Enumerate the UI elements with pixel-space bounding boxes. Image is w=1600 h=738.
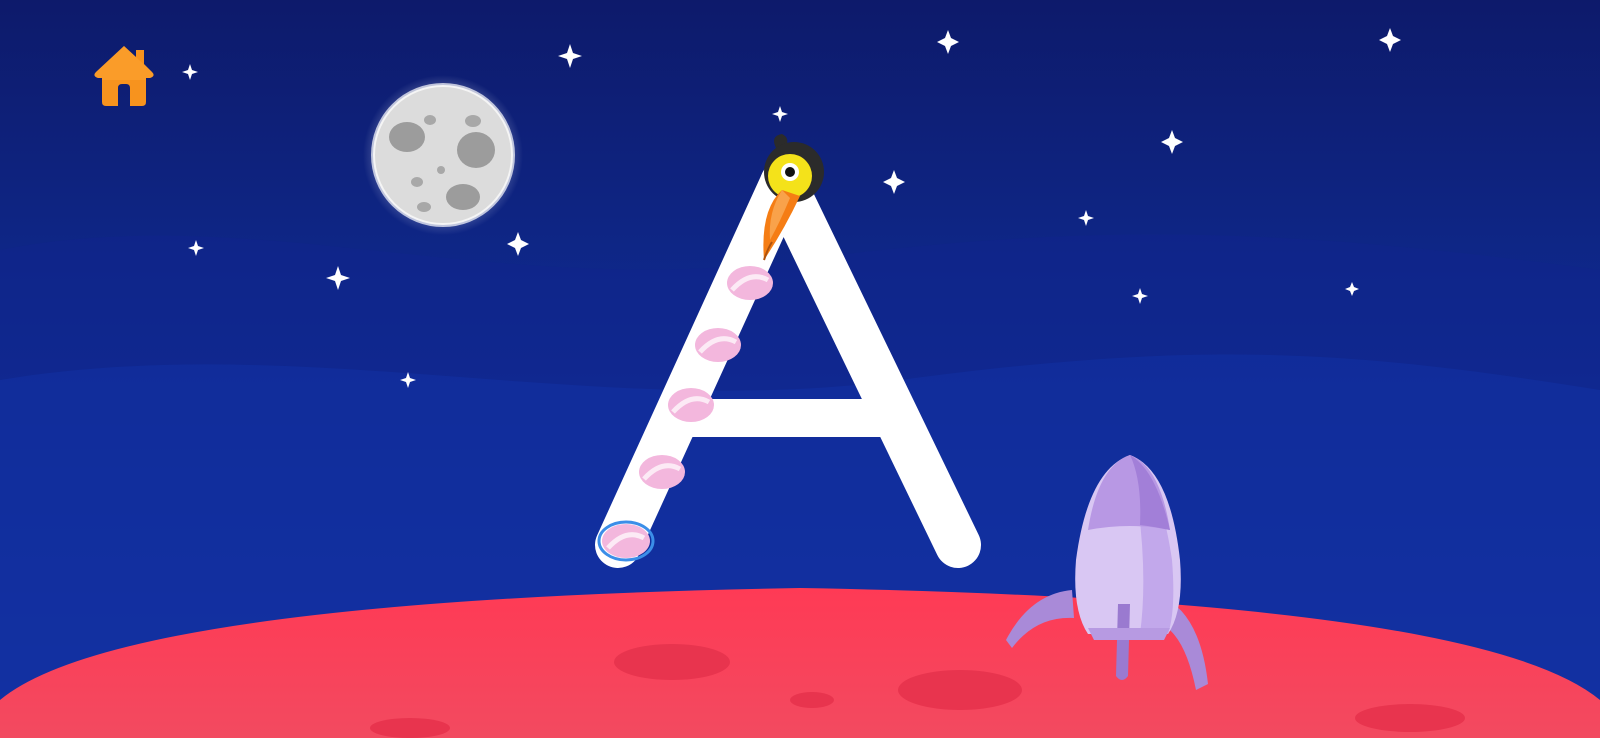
rocket-icon bbox=[1006, 455, 1208, 690]
home-button[interactable]: home-icon bbox=[92, 42, 156, 108]
game-scene: home-icon A bbox=[0, 0, 1600, 738]
home-icon bbox=[94, 46, 154, 106]
